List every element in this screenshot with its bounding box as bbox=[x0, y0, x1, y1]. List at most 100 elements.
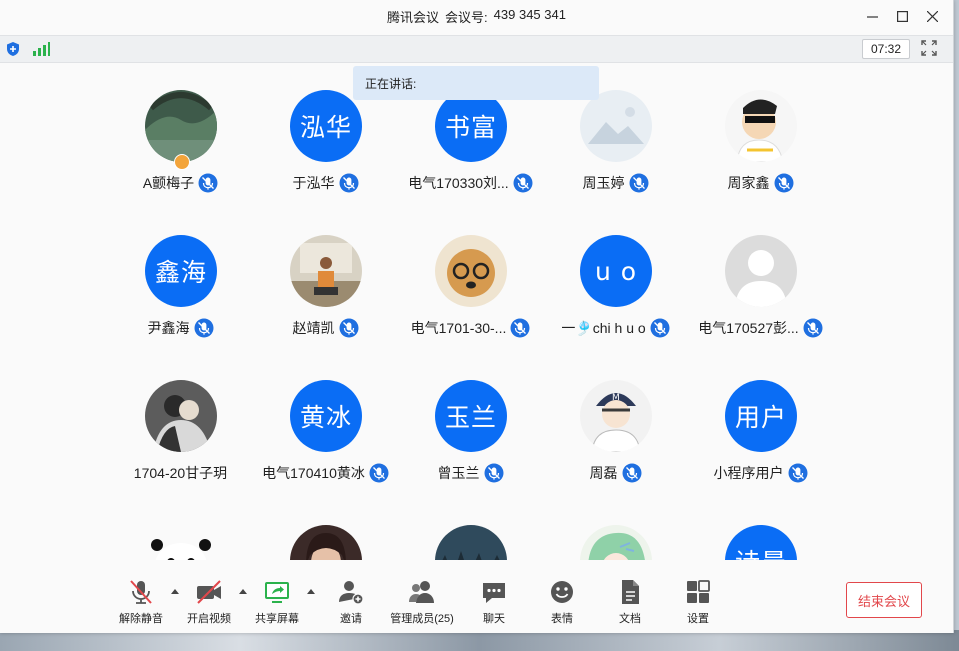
participant-tile[interactable]: 周玉婷 bbox=[543, 90, 688, 210]
invite-button[interactable]: 邀请 bbox=[316, 578, 386, 626]
muted-mic-icon bbox=[788, 463, 808, 483]
app-name: 腾讯会议 bbox=[387, 9, 440, 25]
muted-mic-icon bbox=[510, 318, 530, 338]
participant-tile[interactable] bbox=[398, 525, 543, 560]
muted-mic-icon bbox=[339, 173, 359, 193]
participant-name: 曾玉兰 bbox=[437, 465, 480, 481]
participant-tile[interactable]: 1704-20甘子玥 bbox=[108, 380, 253, 500]
participant-name-row: A颤梅子 bbox=[108, 172, 253, 194]
participant-name: A颤梅子 bbox=[142, 175, 195, 191]
unmute-button[interactable]: 解除静音 bbox=[106, 578, 176, 626]
participant-name-row: 电气170330刘... bbox=[398, 172, 543, 194]
participant-name-row: 赵靖凯 bbox=[253, 317, 398, 339]
participant-name: 周磊 bbox=[589, 465, 618, 481]
maximize-icon bbox=[896, 10, 908, 22]
participant-tile[interactable]: 诗晨 bbox=[688, 525, 833, 560]
share-options-caret-icon[interactable] bbox=[307, 588, 315, 594]
document-icon bbox=[622, 580, 639, 604]
manage-members-button[interactable]: 管理成员(25) bbox=[377, 578, 467, 626]
muted-mic-icon bbox=[198, 173, 218, 193]
participant-tile[interactable]: 泓华 于泓华 bbox=[253, 90, 398, 210]
forest-photo-avatar bbox=[145, 90, 217, 162]
unmute-label: 解除静音 bbox=[119, 613, 163, 625]
microphone-muted-icon bbox=[130, 580, 152, 604]
participant-tile[interactable]: u o 一🎐chi h u ο bbox=[543, 235, 688, 355]
chat-bubble-icon bbox=[483, 583, 505, 603]
security-shield-icon[interactable] bbox=[5, 41, 21, 57]
participant-tile[interactable] bbox=[543, 525, 688, 560]
default-user-avatar bbox=[725, 235, 797, 307]
speaking-indicator: 正在讲话: bbox=[353, 66, 599, 100]
initials-avatar: 书富 bbox=[435, 90, 507, 162]
cartoon-sunglasses-avatar bbox=[725, 90, 797, 162]
participant-name: 电气170410黄冰 bbox=[262, 465, 365, 481]
participant-name-row: 1704-20甘子玥 bbox=[108, 462, 253, 484]
participant-tile[interactable] bbox=[253, 525, 398, 560]
participant-name: 赵靖凯 bbox=[292, 320, 335, 336]
participant-tile[interactable] bbox=[108, 525, 253, 560]
settings-label: 设置 bbox=[687, 613, 709, 625]
muted-mic-icon bbox=[650, 318, 670, 338]
meeting-toolbar: 解除静音 开启视频 共享屏幕 邀请 管理成员(25) 聊天 表情 文档 设置 结… bbox=[0, 560, 953, 633]
muted-mic-icon bbox=[194, 318, 214, 338]
reactions-button[interactable]: 表情 bbox=[527, 578, 597, 626]
invite-label: 邀请 bbox=[340, 613, 362, 625]
participant-tile[interactable]: 玉兰 曾玉兰 bbox=[398, 380, 543, 500]
participant-tile[interactable]: A颤梅子 bbox=[108, 90, 253, 210]
image-unavailable-avatar bbox=[580, 90, 652, 162]
participant-name-row: 周玉婷 bbox=[543, 172, 688, 194]
reactions-label: 表情 bbox=[551, 613, 573, 625]
minimize-button[interactable] bbox=[857, 0, 887, 32]
title-bar: 腾讯会议 会议号: 439 345 341 bbox=[0, 0, 953, 32]
fullscreen-icon[interactable] bbox=[921, 40, 937, 56]
participant-name-row: 电气1701-30-... bbox=[398, 317, 543, 339]
participant-name-row: 于泓华 bbox=[253, 172, 398, 194]
settings-button[interactable]: 设置 bbox=[663, 578, 733, 626]
dog-glasses-avatar bbox=[435, 235, 507, 307]
initials-avatar: 玉兰 bbox=[435, 380, 507, 452]
end-meeting-button[interactable]: 结束会议 bbox=[846, 582, 922, 618]
initials-avatar: 诗晨 bbox=[725, 525, 797, 560]
initials-avatar: 鑫海 bbox=[145, 235, 217, 307]
share-screen-icon bbox=[265, 582, 289, 603]
night-forest-avatar bbox=[435, 525, 507, 560]
participant-tile[interactable]: 电气170527彭... bbox=[688, 235, 833, 355]
participant-name-row: 电气170527彭... bbox=[688, 317, 833, 339]
host-badge-icon bbox=[174, 154, 190, 170]
participant-name-row: 电气170410黄冰 bbox=[253, 462, 398, 484]
muted-mic-icon bbox=[622, 463, 642, 483]
muted-mic-icon bbox=[484, 463, 504, 483]
signal-strength-icon[interactable] bbox=[32, 41, 50, 57]
docs-button[interactable]: 文档 bbox=[595, 578, 665, 626]
muted-mic-icon bbox=[369, 463, 389, 483]
chat-button[interactable]: 聊天 bbox=[459, 578, 529, 626]
participant-name-row: 小程序用户 bbox=[688, 462, 833, 484]
participant-tile[interactable]: M 周磊 bbox=[543, 380, 688, 500]
muted-mic-icon bbox=[339, 318, 359, 338]
participant-tile[interactable]: 赵靖凯 bbox=[253, 235, 398, 355]
participant-tile[interactable]: 电气1701-30-... bbox=[398, 235, 543, 355]
participant-tile[interactable]: 黄冰 电气170410黄冰 bbox=[253, 380, 398, 500]
close-button[interactable] bbox=[917, 0, 947, 32]
start-video-button[interactable]: 开启视频 bbox=[174, 578, 244, 626]
participant-name-row: 曾玉兰 bbox=[398, 462, 543, 484]
minimize-icon bbox=[866, 15, 878, 18]
participant-name-row: 周磊 bbox=[543, 462, 688, 484]
participant-tile[interactable]: 用户 小程序用户 bbox=[688, 380, 833, 500]
participant-name-row: 尹鑫海 bbox=[108, 317, 253, 339]
window-title: 腾讯会议 会议号: 439 345 341 bbox=[387, 7, 566, 26]
manage-members-label: 管理成员(25) bbox=[390, 613, 454, 625]
maximize-button[interactable] bbox=[887, 0, 917, 32]
add-user-icon bbox=[339, 581, 364, 605]
participant-tile[interactable]: 书富电气170330刘... bbox=[398, 90, 543, 210]
desktop-wallpaper bbox=[0, 630, 959, 651]
share-screen-button[interactable]: 共享屏幕 bbox=[242, 578, 312, 626]
couple-photo-avatar bbox=[145, 380, 217, 452]
meeting-timer: 07:32 bbox=[862, 39, 910, 59]
participant-name-row: 周家鑫 bbox=[688, 172, 833, 194]
grid-settings-icon bbox=[687, 580, 710, 603]
camera-off-icon bbox=[197, 580, 221, 604]
participant-tile[interactable]: 周家鑫 bbox=[688, 90, 833, 210]
participant-tile[interactable]: 鑫海 尹鑫海 bbox=[108, 235, 253, 355]
panda-avatar bbox=[145, 525, 217, 560]
